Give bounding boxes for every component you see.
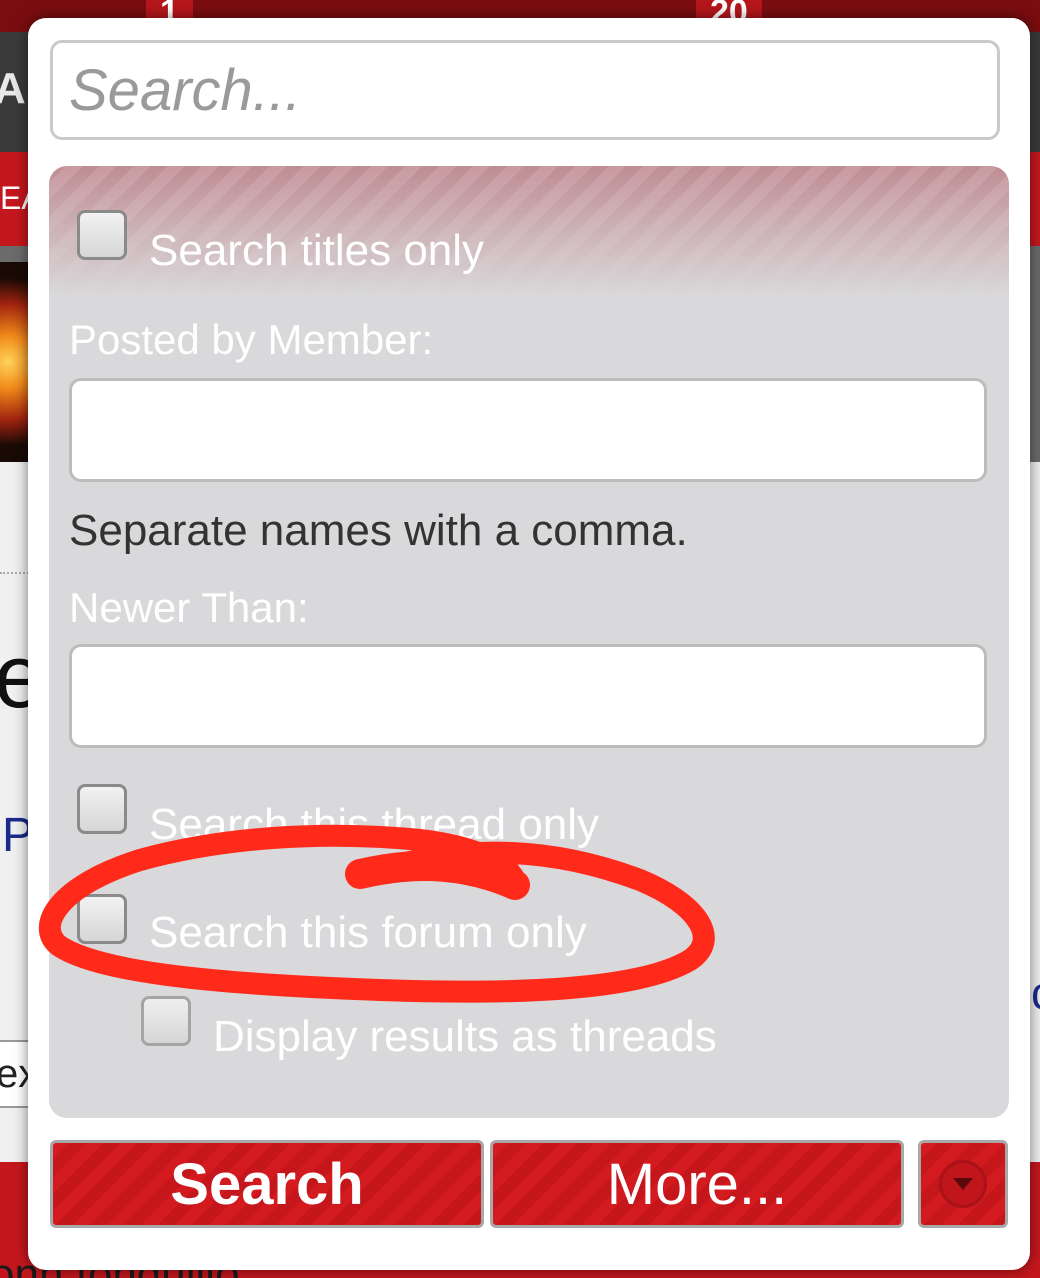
search-button[interactable]: Search [50,1140,484,1228]
display-threads-checkbox[interactable] [141,996,191,1046]
forum-only-checkbox[interactable] [77,894,127,944]
newer-than-label: Newer Than: [69,584,309,631]
display-threads-label: Display results as threads [213,1012,717,1061]
options-dropdown-button[interactable] [918,1140,1008,1228]
titles-only-checkbox[interactable] [77,210,127,260]
search-popup: Search titles only Posted by Member: Sep… [28,18,1030,1270]
separate-names-hint: Separate names with a comma. [69,506,688,555]
search-input[interactable] [50,40,1000,140]
titles-only-label: Search titles only [149,226,485,275]
newer-than-field[interactable] [69,644,987,748]
thread-only-label: Search this thread only [149,800,600,849]
thread-only-checkbox[interactable] [77,784,127,834]
chevron-down-circle-icon [939,1160,987,1208]
more-button[interactable]: More... [490,1140,904,1228]
posted-by-label: Posted by Member: [69,316,434,363]
forum-only-label: Search this forum only [149,908,587,957]
posted-by-member-field[interactable] [69,378,987,482]
content-link-fragment: c [1031,966,1040,1020]
search-options-panel: Search titles only Posted by Member: Sep… [49,166,1009,1118]
